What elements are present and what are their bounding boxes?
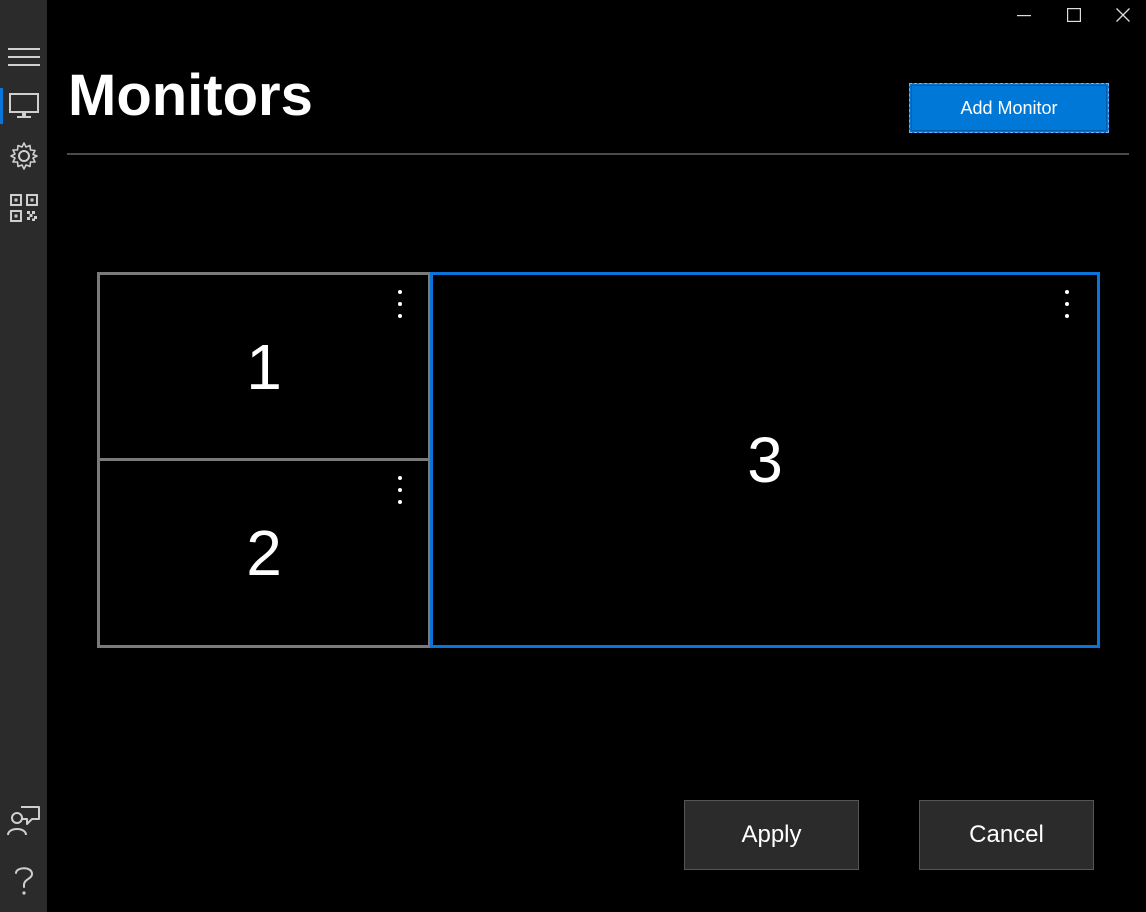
header-divider xyxy=(67,153,1129,155)
sidebar-item-help[interactable] xyxy=(0,858,47,902)
sidebar-item-settings[interactable] xyxy=(0,134,47,178)
more-options-icon[interactable] xyxy=(390,473,410,507)
hamburger-menu-button[interactable] xyxy=(0,35,47,79)
monitor-tile-1[interactable]: 1 xyxy=(97,272,431,461)
qr-code-icon xyxy=(9,194,38,222)
maximize-button[interactable] xyxy=(1051,0,1097,30)
apply-button[interactable]: Apply xyxy=(684,800,859,870)
more-options-icon[interactable] xyxy=(1057,287,1077,321)
add-monitor-button[interactable]: Add Monitor xyxy=(909,83,1109,133)
sidebar-item-monitors[interactable] xyxy=(0,84,47,128)
gear-icon xyxy=(9,142,38,170)
more-options-icon[interactable] xyxy=(390,287,410,321)
monitor-number: 1 xyxy=(246,330,282,403)
monitor-number: 3 xyxy=(747,424,783,496)
hamburger-menu-icon xyxy=(7,48,40,66)
minimize-button[interactable] xyxy=(1001,0,1047,30)
monitor-number: 2 xyxy=(246,517,282,589)
feedback-icon xyxy=(6,806,40,836)
monitor-tile-3[interactable]: 3 xyxy=(430,272,1100,648)
sidebar xyxy=(0,0,47,912)
close-button[interactable] xyxy=(1100,0,1146,30)
maximize-icon xyxy=(1067,8,1081,22)
cancel-button[interactable]: Cancel xyxy=(919,800,1094,870)
close-icon xyxy=(1116,8,1130,22)
sidebar-item-qr-code[interactable] xyxy=(0,186,47,230)
monitor-tile-2[interactable]: 2 xyxy=(97,458,431,648)
help-icon xyxy=(14,867,33,895)
sidebar-item-feedback[interactable] xyxy=(0,798,47,842)
page-title: Monitors xyxy=(68,63,313,128)
app-window: Monitors Add Monitor 1 2 3 Apply Cancel xyxy=(0,0,1146,912)
minimize-icon xyxy=(1017,15,1031,17)
monitor-icon xyxy=(8,93,39,118)
